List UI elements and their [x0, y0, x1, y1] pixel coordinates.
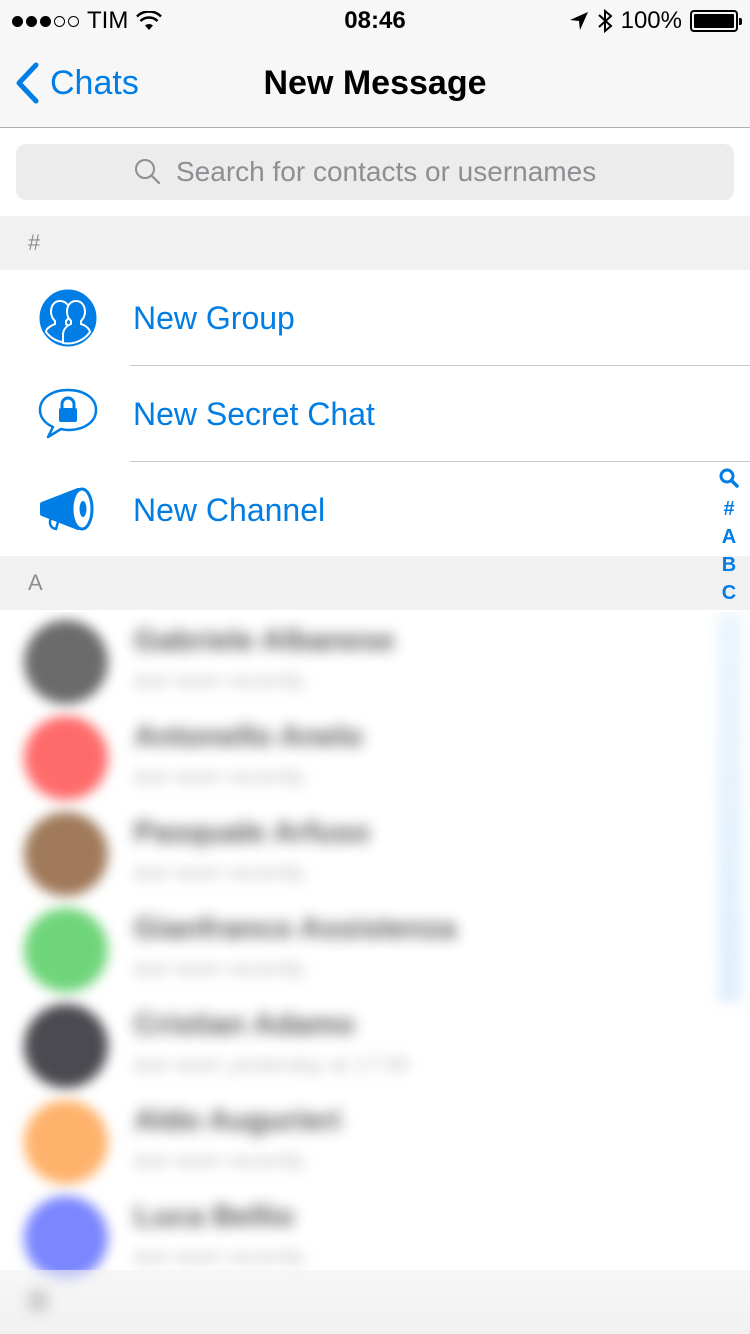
- index-b[interactable]: B: [722, 552, 736, 578]
- status-bar: TIM 08:46 100%: [0, 0, 750, 40]
- index-a[interactable]: A: [722, 524, 736, 550]
- contact-name: Luca Bellio: [134, 1200, 295, 1233]
- new-channel-label: New Channel: [133, 491, 326, 528]
- contact-name: Gabriele Albanese: [134, 624, 395, 657]
- index-c[interactable]: C: [722, 580, 736, 606]
- location-arrow-icon: [569, 12, 588, 30]
- section-index[interactable]: # A B C: [714, 468, 744, 606]
- new-secret-chat-row[interactable]: New Secret Chat: [0, 366, 750, 462]
- avatar: [24, 620, 108, 704]
- signal-strength-icon: [12, 15, 79, 27]
- back-button[interactable]: Chats: [14, 62, 139, 104]
- contact-name: Antonello Anelo: [134, 720, 363, 753]
- bluetooth-icon: [597, 9, 613, 33]
- contact-row[interactable]: Aldo Augurieri last seen recently: [0, 1092, 750, 1188]
- section-header-hash: #: [0, 216, 750, 270]
- contact-name: Cristian Adamo: [134, 1008, 355, 1041]
- new-channel-row[interactable]: New Channel: [0, 462, 750, 558]
- battery-icon: [690, 10, 742, 32]
- navigation-bar: Chats New Message: [0, 40, 750, 128]
- contact-last-seen: last seen recently: [134, 1148, 306, 1173]
- index-hash[interactable]: #: [723, 496, 734, 522]
- contact-last-seen: last seen recently: [134, 956, 306, 981]
- avatar: [24, 1100, 108, 1184]
- contact-list: Gabriele Albanese last seen recently Anton…: [0, 612, 750, 1334]
- wifi-icon: [136, 11, 163, 30]
- index-search-icon[interactable]: [719, 468, 739, 494]
- contact-row[interactable]: Cristian Adamo last seen yesterday at 17:…: [0, 996, 750, 1092]
- contact-row[interactable]: Gianfranco Assistenza last seen recently: [0, 900, 750, 996]
- chevron-left-icon: [16, 62, 39, 104]
- section-header-blurred: [0, 1270, 750, 1334]
- back-label: Chats: [50, 63, 139, 102]
- avatar: [24, 812, 108, 896]
- megaphone-icon: [36, 478, 100, 542]
- search-input[interactable]: [176, 156, 616, 188]
- group-icon: [36, 286, 100, 350]
- contact-last-seen: last seen recently: [134, 668, 306, 693]
- contact-last-seen: last seen recently: [134, 764, 306, 789]
- contact-row[interactable]: Pasquale Arfuso last seen recently: [0, 804, 750, 900]
- search-bar[interactable]: [16, 144, 734, 200]
- carrier-name: TIM: [87, 7, 129, 34]
- avatar: [24, 908, 108, 992]
- contact-last-seen: last seen recently: [134, 860, 306, 885]
- contact-name: Pasquale Arfuso: [134, 816, 370, 849]
- avatar: [24, 1004, 108, 1088]
- new-group-row[interactable]: New Group: [0, 270, 750, 366]
- search-container: [0, 128, 750, 216]
- secret-chat-lock-icon: [36, 382, 100, 446]
- section-header-a: A: [0, 556, 750, 610]
- new-secret-chat-label: New Secret Chat: [133, 395, 375, 432]
- contact-name: Aldo Augurieri: [134, 1104, 342, 1137]
- contact-last-seen: last seen recently: [134, 1244, 306, 1269]
- avatar: [24, 1196, 108, 1280]
- contact-last-seen: last seen yesterday at 17:00: [134, 1052, 410, 1077]
- battery-percentage: 100%: [620, 7, 682, 34]
- new-group-label: New Group: [133, 299, 295, 336]
- avatar: [24, 716, 108, 800]
- contact-name: Gianfranco Assistenza: [134, 912, 457, 945]
- search-icon: [135, 159, 161, 185]
- contact-row[interactable]: Gabriele Albanese last seen recently: [0, 612, 750, 708]
- contact-row[interactable]: Antonello Anelo last seen recently: [0, 708, 750, 804]
